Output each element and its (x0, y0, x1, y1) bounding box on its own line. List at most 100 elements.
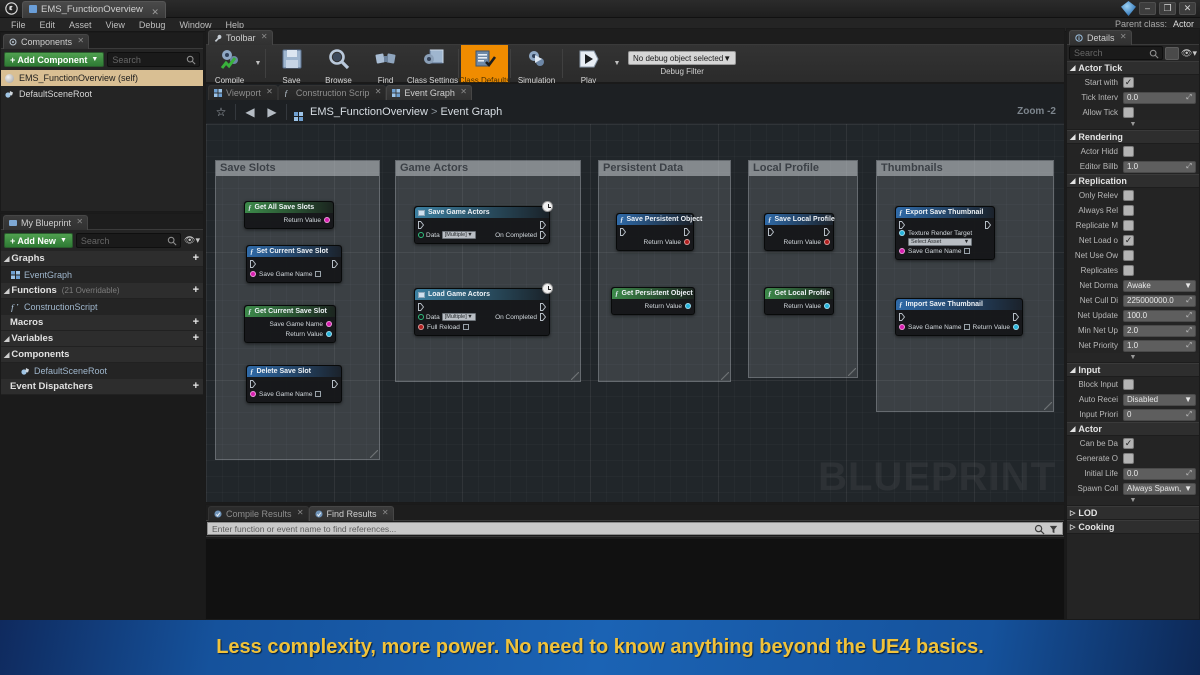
exec-out-pin[interactable] (540, 221, 547, 229)
pin-array-magenta[interactable] (324, 217, 330, 223)
resize-grip[interactable] (1044, 402, 1052, 410)
graph-node[interactable]: ƒ Export Save Thumbnail Texture Render Tar… (895, 206, 995, 260)
exec-in-pin[interactable] (899, 221, 906, 229)
tab-components[interactable]: Components ✕ (3, 34, 90, 49)
eye-icon[interactable]: 👁▾ (1181, 48, 1197, 59)
checkbox[interactable] (1123, 250, 1134, 261)
asset-picker[interactable]: Select Asset ▼ (908, 238, 973, 246)
details-section-lod[interactable]: ▷ LOD (1067, 506, 1199, 520)
resize-grip[interactable] (370, 450, 378, 458)
pin-red[interactable] (684, 239, 690, 245)
exec-out-pin[interactable] (1013, 313, 1020, 321)
close-icon[interactable]: ✕ (261, 32, 268, 41)
add-icon[interactable]: + (193, 285, 199, 296)
comment-box[interactable]: Persistent Data ƒ Save Persistent Object Re… (598, 160, 731, 382)
node-header[interactable]: ƒ Save Local Profile (765, 214, 835, 225)
tab-construction-scrip[interactable]: f Construction Scrip ✕ (277, 85, 387, 100)
comment-box[interactable]: Local Profile ƒ Save Local Profile Return V… (748, 160, 858, 378)
spinner-icon[interactable]: ⤢ (1186, 342, 1192, 350)
node-header[interactable]: Save Game Actors (415, 207, 549, 218)
checkbox[interactable] (1123, 265, 1134, 276)
checkbox[interactable]: ✓ (1123, 438, 1134, 449)
checkbox[interactable] (462, 324, 469, 330)
pin-magenta[interactable] (250, 391, 256, 397)
tab-compile-results[interactable]: Compile Results ✕ (208, 506, 309, 521)
tab-find-results[interactable]: Find Results ✕ (308, 506, 394, 521)
pin-magenta[interactable] (326, 321, 332, 327)
checkbox[interactable]: ✓ (1123, 235, 1134, 246)
spinner-icon[interactable]: ⤢ (1186, 297, 1192, 305)
checkbox[interactable] (1123, 107, 1134, 118)
exec-in-pin[interactable] (250, 380, 257, 388)
exec-out-pin[interactable] (684, 228, 691, 236)
component-row[interactable]: DefaultSceneRoot (1, 86, 203, 102)
graph-node[interactable]: ƒ Set Current Save Slot Save Game Name (246, 245, 342, 283)
number-field[interactable]: 0 ⤢ (1123, 408, 1196, 421)
minimize-button[interactable]: – (1139, 2, 1156, 15)
add-icon[interactable]: + (193, 381, 199, 392)
details-section-rendering[interactable]: ◢ Rendering (1067, 130, 1199, 144)
exec-in-pin[interactable] (620, 228, 627, 236)
dropdown[interactable]: [Multiple] ▼ (441, 313, 476, 321)
details-section-cooking[interactable]: ▷ Cooking (1067, 520, 1199, 534)
dropdown[interactable]: Disabled ▼ (1123, 393, 1196, 406)
node-header[interactable]: ƒ Delete Save Slot (247, 366, 341, 377)
pin-red[interactable] (824, 239, 830, 245)
checkbox[interactable] (1123, 220, 1134, 231)
document-tab[interactable]: EMS_FunctionOverview ✕ (22, 1, 166, 18)
pin-magenta[interactable] (250, 271, 256, 277)
maximize-button[interactable]: ❐ (1159, 2, 1176, 15)
add-icon[interactable]: + (193, 333, 199, 344)
checkbox[interactable] (1123, 205, 1134, 216)
bp-section-functions[interactable]: ◢ Functions (21 Overridable) + (1, 283, 203, 299)
breadcrumb-root[interactable]: EMS_FunctionOverview (310, 106, 428, 118)
details-section-replication[interactable]: ◢ Replication (1067, 174, 1199, 188)
add-component-button[interactable]: + Add Component ▼ (4, 52, 105, 67)
pin-green-ring[interactable] (418, 232, 424, 238)
exec-out-pin[interactable] (540, 303, 547, 311)
dropdown[interactable]: Awake ▼ (1123, 279, 1196, 292)
checkbox[interactable]: ✓ (1123, 77, 1134, 88)
pin-cyan[interactable] (824, 303, 830, 309)
find-input[interactable]: Enter function or event name to find ref… (207, 522, 1063, 535)
debug-object-selector[interactable]: No debug object selected ▼ (628, 51, 737, 65)
close-icon[interactable]: ✕ (76, 217, 83, 226)
toolbar-button-browse[interactable]: Browse (315, 45, 362, 85)
exec-out-pin[interactable] (332, 260, 339, 268)
toolbar-button-class-settings[interactable]: Class Settings (407, 45, 458, 85)
node-header[interactable]: ƒ Save Persistent Object (617, 214, 702, 225)
node-header[interactable]: ƒ Get All Save Slots (245, 202, 333, 213)
checkbox[interactable] (1123, 190, 1134, 201)
node-header[interactable]: Load Game Actors (415, 289, 549, 300)
add-icon[interactable]: + (193, 253, 199, 264)
chevron-down-icon[interactable]: ▼ (612, 45, 622, 82)
graph-node[interactable]: Save Game Actors Data [Multiple] ▼ On Comple… (414, 201, 553, 244)
toolbar-button-class-defaults[interactable]: Class Defaults (459, 45, 510, 85)
menu-item-edit[interactable]: Edit (33, 20, 63, 30)
resize-grip[interactable] (721, 372, 729, 380)
exec-out-pin[interactable] (824, 228, 831, 236)
graph-node[interactable]: ƒ Save Persistent Object Return Value (616, 213, 702, 251)
number-field[interactable]: 0.0 ⤢ (1123, 91, 1196, 104)
toolbar-button-simulation[interactable]: Simulation (513, 45, 560, 85)
tab-event-graph[interactable]: Event Graph ✕ (386, 85, 472, 100)
pin-cyan[interactable] (899, 230, 905, 236)
toolbar-button-save[interactable]: Save (268, 45, 315, 85)
pin-cyan[interactable] (685, 303, 691, 309)
node-header[interactable]: ƒ Get Local Profile (765, 288, 833, 299)
graph-node[interactable]: ƒ Get Persistent Object Return Value (611, 287, 695, 315)
details-section-input[interactable]: ◢ Input (1067, 363, 1199, 377)
number-field[interactable]: 2.0 ⤢ (1123, 324, 1196, 337)
spinner-icon[interactable]: ⤢ (1186, 327, 1192, 335)
number-field[interactable]: 1.0 ⤢ (1123, 160, 1196, 173)
comment-title[interactable]: Game Actors (396, 161, 580, 176)
checkbox[interactable] (1123, 146, 1134, 157)
pin-magenta[interactable] (899, 248, 905, 254)
close-icon[interactable]: ✕ (266, 87, 273, 96)
eye-icon[interactable]: 👁▾ (184, 235, 200, 246)
add-icon[interactable]: + (193, 317, 199, 328)
favorite-star-icon[interactable]: ☆ (210, 105, 232, 119)
comment-box[interactable]: Save Slots ƒ Get All Save Slots Return Valu… (215, 160, 380, 460)
graph-node[interactable]: Load Game Actors Data [Multiple] ▼ On Comple… (414, 283, 553, 336)
comment-title[interactable]: Save Slots (216, 161, 379, 176)
